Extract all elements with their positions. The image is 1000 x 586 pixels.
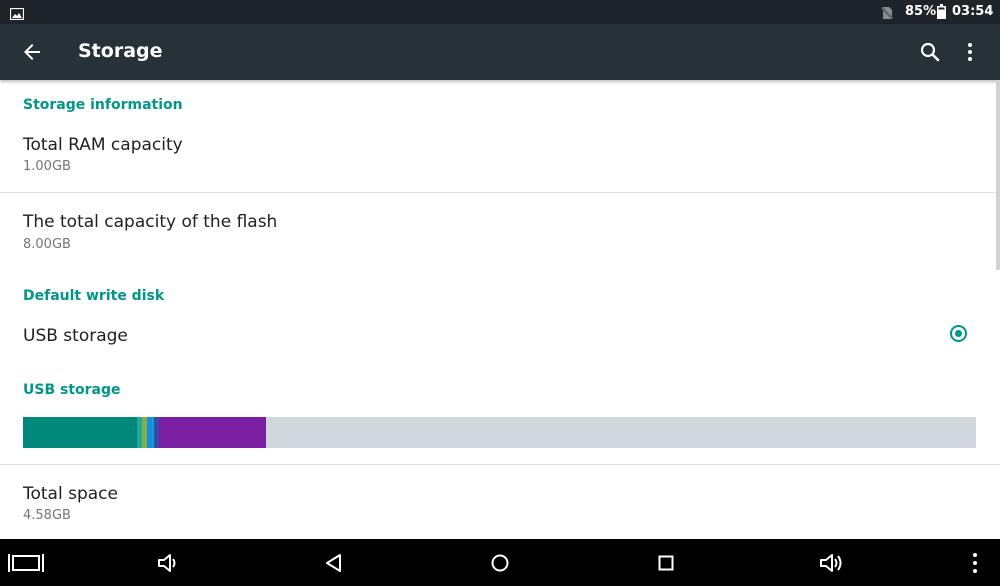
menu-icon[interactable] (962, 550, 988, 576)
ram-value: 1.00GB (23, 159, 71, 174)
more-options-icon[interactable] (958, 40, 982, 64)
usb-storage-option-label: USB storage (23, 326, 128, 346)
storage-settings-list: Storage information Total RAM capacity 1… (0, 80, 1000, 539)
list-item-usb-storage-option[interactable]: USB storage (0, 312, 996, 356)
ram-title: Total RAM capacity (23, 135, 183, 155)
back-icon[interactable] (321, 550, 347, 576)
storage-usage-bar (23, 417, 976, 448)
usb-storage-radio-button[interactable] (950, 325, 967, 342)
search-icon[interactable] (918, 40, 942, 64)
home-icon[interactable] (487, 550, 513, 576)
screenshot-icon[interactable] (8, 550, 44, 576)
flash-value: 8.00GB (23, 237, 71, 252)
list-item-total-space[interactable]: Total space 4.58GB (0, 465, 996, 539)
back-arrow-icon[interactable] (20, 40, 44, 64)
clock: 03:54 (952, 4, 994, 19)
battery-percentage: 85% (905, 4, 937, 19)
no-sim-icon (880, 5, 894, 24)
volume-down-icon[interactable] (155, 550, 181, 576)
scrollbar[interactable] (996, 80, 1000, 270)
usage-segment-7 (159, 417, 266, 448)
usage-segment-1 (23, 417, 138, 448)
total-space-title: Total space (23, 484, 118, 504)
gallery-notification-icon (9, 5, 25, 24)
list-item-flash-capacity[interactable]: The total capacity of the flash 8.00GB (0, 193, 996, 269)
section-header-default-write-disk: Default write disk (23, 288, 165, 304)
status-bar: 85% 03:54 (0, 0, 1000, 24)
battery-icon (937, 4, 946, 23)
app-bar: Storage (0, 24, 1000, 80)
volume-up-icon[interactable] (818, 550, 844, 576)
total-space-value: 4.58GB (23, 508, 71, 523)
navigation-bar (0, 539, 1000, 586)
page-title: Storage (78, 40, 163, 62)
section-header-storage-information: Storage information (23, 97, 183, 113)
section-header-usb-storage: USB storage (23, 382, 121, 398)
flash-title: The total capacity of the flash (23, 212, 278, 232)
recents-icon[interactable] (653, 550, 679, 576)
list-item-total-ram[interactable]: Total RAM capacity 1.00GB (0, 120, 996, 192)
